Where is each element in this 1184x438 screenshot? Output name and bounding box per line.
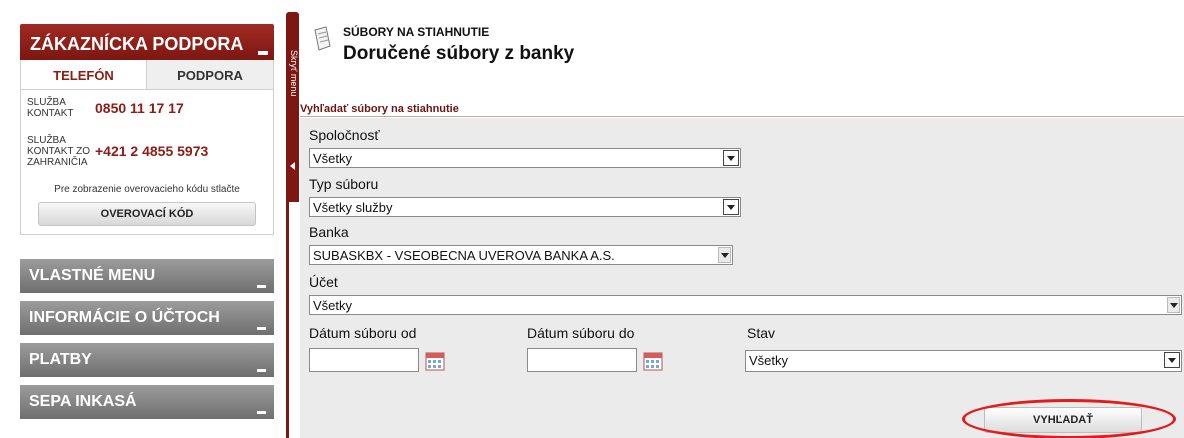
company-select-value: Všetky: [313, 151, 353, 166]
verify-text: Pre zobrazenie overovacieho kódu stlačte: [54, 184, 240, 195]
verify-code-button[interactable]: OVEROVACÍ KÓD: [38, 202, 256, 226]
contact-row: SLUŽBA KONTAKT ZO ZAHRANIČIA +421 2 4855…: [21, 126, 273, 176]
collapse-caret-icon: [258, 51, 268, 55]
page-supertitle: SÚBORY NA STIAHNUTIE: [343, 25, 490, 39]
support-header[interactable]: ZÁKAZNÍCKA PODPORA: [20, 24, 274, 60]
calendar-icon[interactable]: [425, 351, 445, 371]
chevron-left-icon[interactable]: [290, 162, 295, 170]
calendar-icon[interactable]: [643, 351, 663, 371]
contact-number: 0850 11 17 17: [95, 100, 184, 116]
status-label: Stav: [747, 325, 776, 341]
hide-menu-label: Skryť menu: [289, 50, 299, 97]
menu-item-sepa[interactable]: SEPA INKASÁ: [20, 385, 274, 419]
chevron-down-icon[interactable]: [723, 199, 739, 215]
chevron-down-icon[interactable]: [718, 247, 731, 263]
page-title: Doručené súbory z banky: [343, 43, 575, 64]
menu-item-custom[interactable]: VLASTNÉ MENU: [20, 259, 274, 293]
date-from-input[interactable]: [309, 348, 419, 372]
company-select[interactable]: Všetky: [309, 148, 741, 168]
menu-item-label: PLATBY: [29, 351, 92, 368]
support-title: ZÁKAZNÍCKA PODPORA: [30, 34, 244, 54]
account-select[interactable]: Všetky: [309, 295, 1182, 315]
bank-select-value: SUBASKBX - VSEOBECNA UVEROVA BANKA A.S.: [313, 248, 615, 263]
chevron-down-icon[interactable]: [1167, 297, 1180, 313]
account-label: Účet: [309, 274, 338, 290]
contact-label: SLUŽBA KONTAKT: [27, 97, 74, 119]
status-select[interactable]: Všetky: [745, 350, 1182, 372]
expand-caret-icon: [257, 327, 266, 330]
contact-number: +421 2 4855 5973: [95, 143, 209, 159]
bank-select[interactable]: SUBASKBX - VSEOBECNA UVEROVA BANKA A.S.: [309, 245, 733, 265]
date-to-label: Dátum súboru do: [527, 325, 635, 341]
expand-caret-icon: [257, 369, 266, 372]
date-from-label: Dátum súboru od: [309, 325, 417, 341]
app-root: ZÁKAZNÍCKA PODPORA TELEFÓN PODPORA SLUŽB…: [0, 0, 1184, 438]
contact-label: SLUŽBA KONTAKT ZO ZAHRANIČIA: [27, 134, 90, 168]
menu-item-label: INFORMÁCIE O ÚČTOCH: [29, 309, 220, 326]
support-box: TELEFÓN PODPORA SLUŽBA KONTAKT 0850 11 1…: [20, 60, 274, 235]
highlight-annotation: [962, 399, 1176, 438]
date-to-input[interactable]: [527, 348, 637, 372]
document-icon: [314, 26, 331, 51]
contact-row: SLUŽBA KONTAKT 0850 11 17 17: [21, 90, 273, 126]
status-select-value: Všetky: [749, 353, 789, 368]
chevron-down-icon[interactable]: [1164, 352, 1180, 368]
company-label: Spoločnosť: [309, 127, 380, 143]
menu-item-accounts[interactable]: INFORMÁCIE O ÚČTOCH: [20, 301, 274, 335]
filetype-label: Typ súboru: [309, 176, 379, 192]
menu-item-payments[interactable]: PLATBY: [20, 343, 274, 377]
chevron-down-icon[interactable]: [723, 150, 739, 166]
menu-item-label: VLASTNÉ MENU: [29, 267, 156, 284]
sidebar: ZÁKAZNÍCKA PODPORA TELEFÓN PODPORA SLUŽB…: [20, 24, 274, 419]
support-tabs: TELEFÓN PODPORA: [21, 60, 273, 90]
tab-phone[interactable]: TELEFÓN: [21, 60, 147, 89]
section-title: Vyhľadať súbory na stiahnutie: [300, 103, 1184, 117]
expand-caret-icon: [257, 411, 266, 414]
filetype-select-value: Všetky služby: [313, 200, 393, 215]
filetype-select[interactable]: Všetky služby: [309, 197, 741, 217]
tab-support[interactable]: PODPORA: [147, 60, 273, 89]
bank-label: Banka: [309, 224, 349, 240]
menu-item-label: SEPA INKASÁ: [29, 393, 137, 410]
divider: [286, 190, 289, 438]
expand-caret-icon: [257, 285, 266, 288]
account-select-value: Všetky: [313, 298, 353, 313]
